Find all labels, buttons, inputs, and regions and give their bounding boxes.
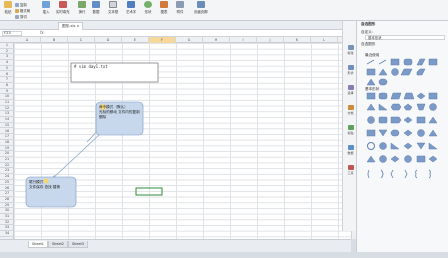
sheet-tab-1[interactable]: Sheet1 <box>28 241 48 248</box>
header-icon <box>196 1 205 8</box>
paste-button[interactable]: 粘贴 <box>4 1 12 14</box>
shapes-panel: 自选图形 自定义: 基本形状 自选图形 最近使用 基本形状 <box>356 21 448 252</box>
textbox-icon <box>109 1 118 8</box>
side-toolstrip: 新建 形状 选择 文档 剪贴 数据 工具 <box>342 21 357 231</box>
wrap-icon <box>78 1 86 8</box>
copy-icon <box>15 2 19 7</box>
header-footer-button[interactable]: 页眉页脚 <box>194 1 208 14</box>
cut-button[interactable]: 剪切 <box>15 14 27 19</box>
chart-button[interactable]: 图表 <box>160 1 168 14</box>
panel-label-autoshape: 自选图形 <box>361 42 376 46</box>
paste-icon <box>4 1 12 8</box>
connector-line-2 <box>51 134 100 180</box>
selected-cell[interactable] <box>135 187 163 196</box>
scissors-icon <box>15 14 19 19</box>
paperclip-icon <box>176 1 184 8</box>
shapes-button[interactable]: 形状 <box>144 1 152 14</box>
worksheet-grid[interactable]: # vim day1.txt 命令模式（默认） 光标的移动 文件内的复制 删除 … <box>14 43 351 239</box>
sheet-tab-2[interactable]: Sheet2 <box>48 241 68 248</box>
brush-icon <box>15 8 19 13</box>
wrap-button[interactable]: 换行 <box>78 1 86 14</box>
wordart-icon <box>127 1 136 8</box>
shape-category-select[interactable]: 基本形状 <box>365 35 445 40</box>
attachment-button[interactable]: 附件 <box>176 1 184 14</box>
command-mode-text: 命令模式（默认） 光标的移动 文件内的复制 删除 <box>99 105 140 119</box>
row-headers: 1 2 3 4 5 6 7 8 9 10 11 12 13 14 15 16 17 18 19 20 21 22 23 24 2… <box>0 43 14 239</box>
namebox-input[interactable]: F23 <box>2 31 22 36</box>
data-button[interactable]: 数据 <box>92 1 100 14</box>
textbox-button[interactable]: 文本框 <box>108 1 118 14</box>
sheet-tabbar: Sheet1 Sheet2 Sheet3 <box>0 239 351 252</box>
document-tabbar: 图形.xls × <box>0 21 351 30</box>
sheet-tab-3[interactable]: Sheet3 <box>68 241 88 248</box>
command-text: # vim day1.txt <box>74 64 108 69</box>
chart-icon <box>160 1 168 8</box>
tab-document[interactable]: 图形.xls × <box>58 22 84 30</box>
shape-gallery[interactable] <box>357 58 448 258</box>
wordart-button[interactable]: 艺术字 <box>126 1 136 14</box>
copy-button[interactable]: 复制 <box>15 2 27 7</box>
drawing-layer <box>25 62 163 208</box>
format-painter-button[interactable]: 格式刷 <box>15 8 30 13</box>
panel-title: 自选图形 <box>361 22 376 26</box>
ribbon-toolbar: 粘贴 复制 格式刷 剪切 插入 实时填充 换行 数据 文本框 艺术字 形状 图表… <box>0 0 448 21</box>
formula-bar: F23 fx <box>0 30 351 37</box>
insert-button[interactable]: 插入 <box>42 1 50 14</box>
lastline-mode-text: 尾行模式 文件保存 查找 替换 <box>29 180 61 189</box>
row-header-34[interactable]: 34 <box>0 231 14 237</box>
insert-icon <box>42 1 50 8</box>
fill-icon <box>58 1 67 8</box>
fx-icon[interactable]: fx <box>40 30 44 35</box>
shapes-icon <box>144 1 152 8</box>
table-icon <box>92 1 100 8</box>
fill-button[interactable]: 实时填充 <box>56 1 70 14</box>
